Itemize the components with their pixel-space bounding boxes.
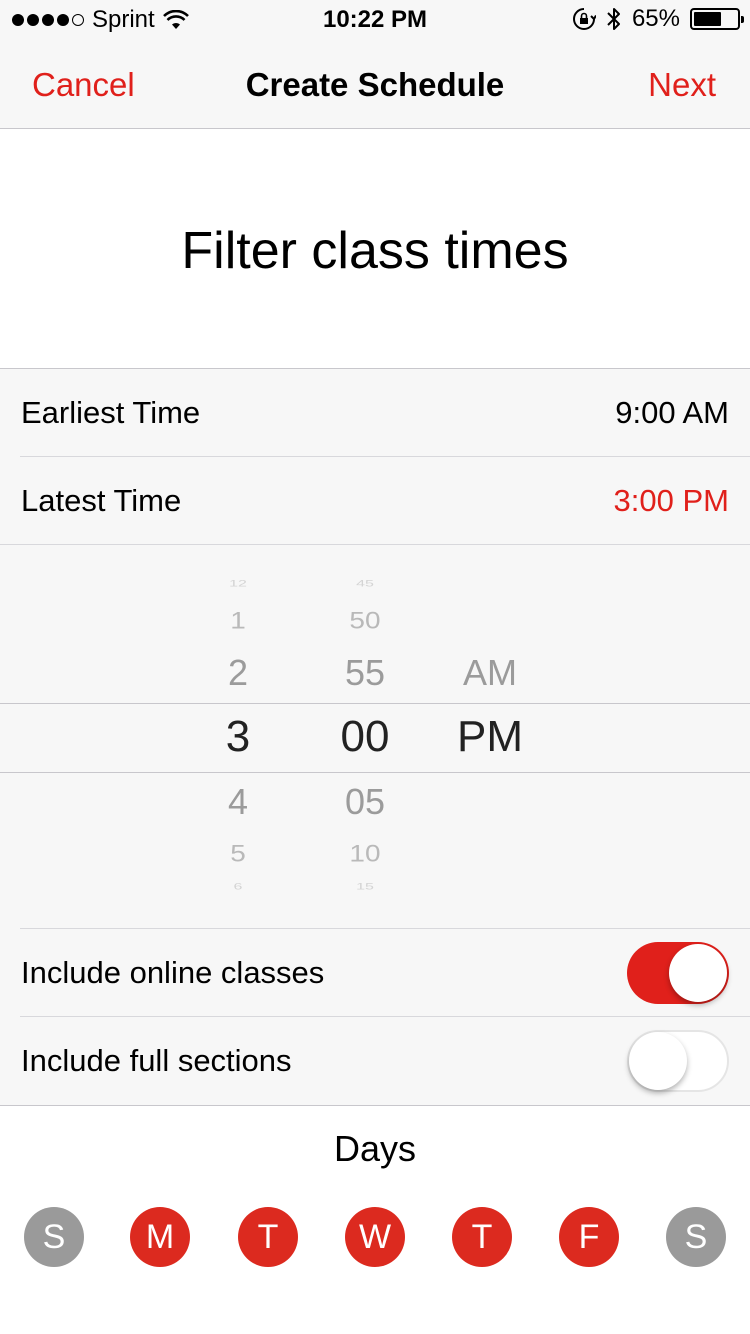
hour-option[interactable]: 6 [188, 882, 288, 893]
day-button[interactable]: S [666, 1207, 726, 1267]
earliest-time-row[interactable]: Earliest Time 9:00 AM [0, 369, 750, 457]
time-picker[interactable]: 12 1 2 3 4 5 6 45 50 55 00 05 10 15 AM PM [0, 545, 750, 929]
days-title: Days [333, 1128, 417, 1169]
hour-option[interactable]: 3 [188, 712, 288, 762]
online-classes-row: Include online classes [0, 929, 750, 1017]
settings-list: Earliest Time 9:00 AM Latest Time 3:00 P… [0, 369, 750, 1106]
minute-wheel[interactable]: 45 50 55 00 05 10 15 [305, 545, 425, 929]
day-button[interactable]: S [24, 1207, 84, 1267]
minute-option[interactable]: 10 [305, 840, 425, 867]
hour-option[interactable]: 4 [188, 781, 288, 823]
next-button[interactable]: Next [648, 66, 716, 104]
full-sections-row: Include full sections [0, 1017, 750, 1105]
status-right: 65% [572, 5, 744, 33]
toggle-knob [629, 1032, 687, 1090]
rotation-lock-icon [572, 8, 596, 30]
latest-time-value[interactable]: 3:00 PM [614, 483, 729, 519]
day-button[interactable]: W [345, 1207, 405, 1267]
filter-heading: Filter class times [181, 222, 569, 280]
hour-option[interactable]: 5 [188, 840, 288, 867]
day-button[interactable]: T [452, 1207, 512, 1267]
page-title: Create Schedule [245, 66, 505, 103]
navigation-bar: Cancel Create Schedule Next [0, 40, 750, 129]
minute-option[interactable]: 15 [305, 882, 425, 893]
latest-time-label: Latest Time [21, 483, 182, 518]
minute-option[interactable]: 00 [305, 712, 425, 762]
minute-option[interactable]: 50 [305, 607, 425, 634]
toggle-knob [669, 944, 727, 1002]
minute-option[interactable]: 55 [305, 652, 425, 694]
hour-wheel[interactable]: 12 1 2 3 4 5 6 [188, 545, 288, 929]
online-classes-label: Include online classes [21, 955, 325, 990]
battery-fill [694, 12, 722, 26]
day-button[interactable]: M [130, 1207, 190, 1267]
hour-option[interactable]: 1 [188, 607, 288, 634]
period-option[interactable]: PM [430, 712, 550, 762]
latest-time-row[interactable]: Latest Time 3:00 PM [0, 457, 750, 545]
minute-option[interactable]: 45 [305, 579, 425, 590]
battery-percent: 65% [631, 5, 680, 32]
full-sections-label: Include full sections [21, 1043, 292, 1078]
hour-option[interactable]: 12 [188, 579, 288, 590]
bluetooth-icon [607, 8, 620, 30]
heading-area: Filter class times [0, 129, 750, 369]
minute-option[interactable]: 05 [305, 781, 425, 823]
period-option[interactable]: AM [430, 652, 550, 694]
status-bar: Sprint 10:22 PM 65% [0, 0, 750, 40]
full-sections-toggle[interactable] [627, 1030, 729, 1092]
hour-option[interactable]: 2 [188, 652, 288, 694]
online-classes-toggle[interactable] [627, 942, 729, 1004]
battery-icon [690, 8, 744, 30]
day-button[interactable]: T [238, 1207, 298, 1267]
days-section: Days SMTWTFS [0, 1105, 750, 1334]
earliest-time-label: Earliest Time [21, 395, 201, 430]
period-wheel[interactable]: AM PM [430, 545, 550, 929]
day-button[interactable]: F [559, 1207, 619, 1267]
earliest-time-value[interactable]: 9:00 AM [615, 395, 729, 431]
